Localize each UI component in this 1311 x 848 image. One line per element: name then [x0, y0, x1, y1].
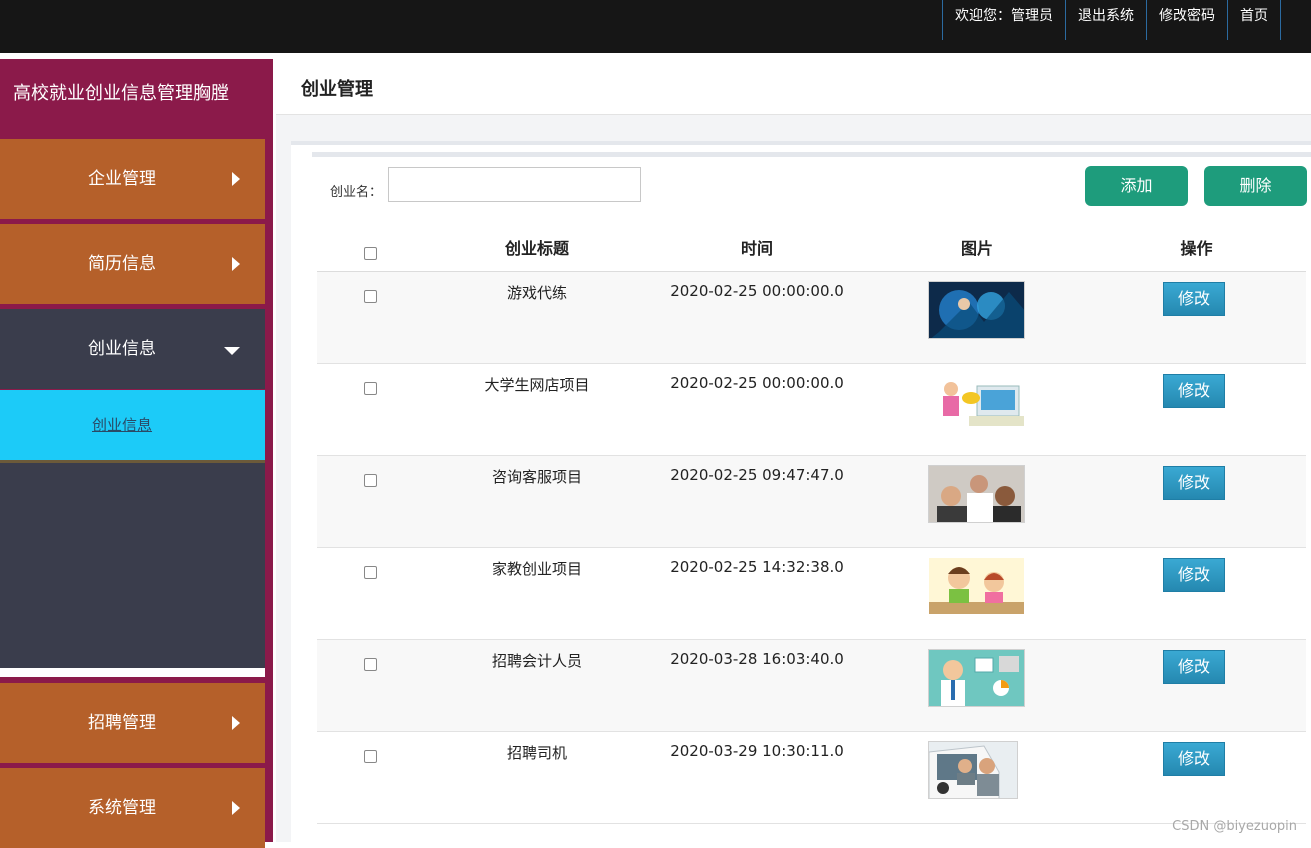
chevron-down-icon — [224, 347, 240, 355]
edit-button[interactable]: 修改 — [1163, 650, 1225, 684]
add-button[interactable]: 添加 — [1085, 166, 1188, 206]
select-all-checkbox[interactable] — [364, 247, 377, 260]
page-header: 创业管理 — [276, 59, 1311, 115]
row-time: 2020-03-28 16:03:40.0 — [647, 650, 867, 668]
row-checkbox[interactable] — [364, 290, 377, 303]
column-header-actions: 操作 — [1087, 223, 1306, 275]
sidebar-item-label: 系统管理 — [88, 768, 156, 848]
page-title: 创业管理 — [301, 75, 373, 101]
sidebar-item-label: 创业信息 — [88, 309, 156, 389]
chevron-right-icon — [232, 716, 240, 730]
table-row: 游戏代练 2020-02-25 00:00:00.0 修改 — [317, 272, 1306, 364]
sidebar-item-system[interactable]: 系统管理 — [0, 768, 265, 848]
row-checkbox[interactable] — [364, 382, 377, 395]
edit-button[interactable]: 修改 — [1163, 742, 1225, 776]
search-input[interactable] — [388, 167, 641, 202]
top-nav: 欢迎您：管理员 退出系统 修改密码 首页 — [942, 0, 1281, 40]
edit-button[interactable]: 修改 — [1163, 466, 1225, 500]
column-header-time: 时间 — [647, 223, 867, 275]
sidebar-item-label: 招聘管理 — [88, 683, 156, 763]
table-row: 招聘司机 2020-03-29 10:30:11.0 修改 — [317, 732, 1306, 824]
column-header-title: 创业标题 — [427, 223, 647, 275]
chevron-right-icon — [232, 172, 240, 186]
row-checkbox[interactable] — [364, 658, 377, 671]
row-title: 招聘司机 — [427, 742, 647, 763]
app-title: 高校就业创业信息管理胸膛 — [0, 59, 273, 129]
logout-link[interactable]: 退出系统 — [1065, 0, 1146, 40]
thumbnail-image — [928, 465, 1025, 523]
row-time: 2020-02-25 09:47:47.0 — [647, 466, 867, 484]
thumbnail-image — [928, 373, 1025, 431]
column-header-image: 图片 — [867, 223, 1087, 275]
submenu-panel — [0, 460, 265, 668]
row-title: 家教创业项目 — [427, 558, 647, 579]
top-bar: 欢迎您：管理员 退出系统 修改密码 首页 — [0, 0, 1311, 53]
startup-table: 创业标题 时间 图片 操作 游戏代练 2020-02-25 00:00:00.0 — [317, 223, 1306, 824]
home-link[interactable]: 首页 — [1227, 0, 1281, 40]
edit-button[interactable]: 修改 — [1163, 374, 1225, 408]
row-title: 招聘会计人员 — [427, 650, 647, 671]
row-title: 大学生网店项目 — [427, 374, 647, 395]
row-checkbox[interactable] — [364, 474, 377, 487]
sidebar-item-recruitment[interactable]: 招聘管理 — [0, 683, 265, 763]
table-row: 大学生网店项目 2020-02-25 00:00:00.0 修改 — [317, 364, 1306, 456]
edit-button[interactable]: 修改 — [1163, 282, 1225, 316]
submenu-item-startup-info[interactable]: 创业信息 — [0, 390, 265, 460]
table-row: 咨询客服项目 2020-02-25 09:47:47.0 修改 — [317, 456, 1306, 548]
sidebar-item-enterprise[interactable]: 企业管理 — [0, 139, 265, 219]
table-row: 招聘会计人员 2020-03-28 16:03:40.0 修改 — [317, 640, 1306, 732]
sidebar-item-label: 简历信息 — [88, 224, 156, 304]
row-title: 游戏代练 — [427, 282, 647, 303]
table-header: 创业标题 时间 图片 操作 — [317, 223, 1306, 272]
submenu-link[interactable]: 创业信息 — [92, 390, 152, 460]
row-time: 2020-02-25 14:32:38.0 — [647, 558, 867, 576]
row-title: 咨询客服项目 — [427, 466, 647, 487]
chevron-right-icon — [232, 257, 240, 271]
row-time: 2020-02-25 00:00:00.0 — [647, 282, 867, 300]
row-time: 2020-02-25 00:00:00.0 — [647, 374, 867, 392]
main-content: 创业管理 创业名： 添加 删除 创业标题 时间 图片 操作 游戏代练 2020-… — [276, 59, 1311, 842]
sidebar-item-resume[interactable]: 简历信息 — [0, 224, 265, 304]
sidebar-item-label: 企业管理 — [88, 139, 156, 219]
thumbnail-image — [928, 649, 1025, 707]
sidebar-divider — [0, 668, 265, 677]
thumbnail-image — [928, 557, 1025, 615]
search-label: 创业名： — [330, 181, 382, 200]
chevron-right-icon — [232, 801, 240, 815]
sidebar: 高校就业创业信息管理胸膛 企业管理 简历信息 创业信息 创业信息 招聘管理 系统… — [0, 59, 273, 842]
delete-button[interactable]: 删除 — [1204, 166, 1307, 206]
row-checkbox[interactable] — [364, 750, 377, 763]
table-row: 家教创业项目 2020-02-25 14:32:38.0 修改 — [317, 548, 1306, 640]
thumbnail-image — [928, 281, 1025, 339]
edit-button[interactable]: 修改 — [1163, 558, 1225, 592]
divider — [312, 152, 1311, 157]
change-password-link[interactable]: 修改密码 — [1146, 0, 1227, 40]
thumbnail-image — [928, 741, 1018, 799]
row-checkbox[interactable] — [364, 566, 377, 579]
row-time: 2020-03-29 10:30:11.0 — [647, 742, 867, 760]
content-panel: 创业名： 添加 删除 创业标题 时间 图片 操作 游戏代练 2020-02-25… — [291, 141, 1311, 842]
sidebar-item-startup[interactable]: 创业信息 — [0, 309, 265, 389]
watermark: CSDN @biyezuopin — [1172, 819, 1297, 834]
welcome-text: 欢迎您：管理员 — [942, 0, 1065, 40]
